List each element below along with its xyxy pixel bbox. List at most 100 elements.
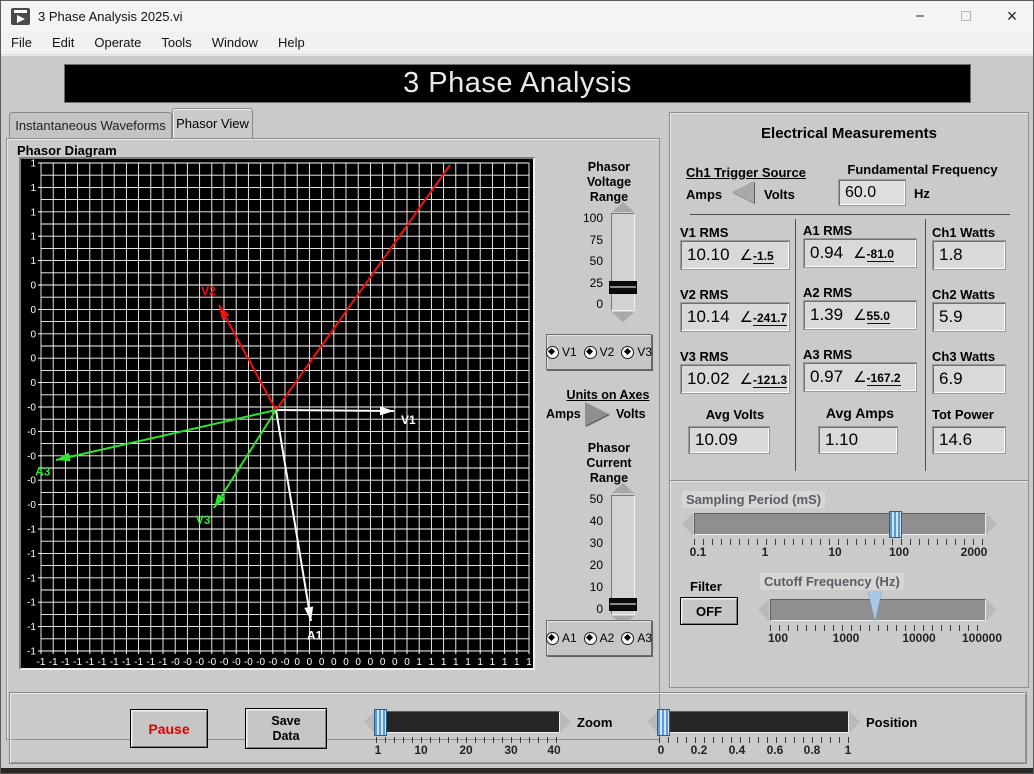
hz-unit-label: Hz — [914, 186, 930, 201]
sampling-tick: 2000 — [961, 545, 988, 559]
radio-v1[interactable]: V1 — [546, 345, 577, 359]
menu-file[interactable]: File — [1, 33, 42, 52]
v3-rms-label: V3 RMS — [680, 349, 728, 364]
pause-button[interactable]: Pause — [130, 709, 208, 748]
zoom-tick: 30 — [504, 743, 517, 757]
save-data-button[interactable]: SaveData — [245, 708, 327, 749]
units-amps-label: Amps — [546, 407, 581, 421]
tab-phasor-view[interactable]: Phasor View — [172, 108, 253, 138]
sampling-tick: 0.1 — [690, 545, 707, 559]
svg-text:0: 0 — [355, 657, 361, 668]
zoom-right-arrow[interactable] — [560, 711, 571, 733]
units-on-axes-switch[interactable] — [585, 402, 609, 426]
a2-rms-display: 1.39∠55.0 — [803, 300, 917, 330]
position-label: Position — [866, 715, 917, 730]
window-title: 3 Phase Analysis 2025.vi — [38, 9, 183, 24]
a2-rms-label: A2 RMS — [803, 285, 852, 300]
maximize-button[interactable] — [943, 1, 989, 31]
menu-help[interactable]: Help — [268, 33, 315, 52]
menu-window[interactable]: Window — [202, 33, 268, 52]
svg-text:0: 0 — [404, 657, 410, 668]
svg-text:-0: -0 — [268, 657, 277, 668]
avg-amps-display: 1.10 — [818, 426, 898, 454]
sampling-tick: 100 — [889, 545, 909, 559]
v2-rms-display: 10.14∠-241.7 — [680, 302, 790, 332]
svg-text:0: 0 — [392, 657, 398, 668]
cutoff-slider-pointer[interactable] — [868, 591, 882, 621]
svg-text:-0: -0 — [183, 657, 192, 668]
cutoff-frequency-label: Cutoff Frequency (Hz) — [760, 573, 904, 590]
cutoff-tick: 100 — [768, 631, 788, 645]
current-range-slider[interactable] — [611, 495, 635, 615]
close-button[interactable]: × — [989, 1, 1034, 31]
svg-text:V2: V2 — [201, 284, 216, 298]
avg-volts-label: Avg Volts — [680, 407, 790, 422]
menu-edit[interactable]: Edit — [42, 33, 84, 52]
radio-a1[interactable]: A1 — [546, 631, 577, 645]
sampling-slider[interactable] — [694, 513, 986, 535]
phasor-plot-svg: -1-1-1-1-1-1-1-1-1-1-1-0-0-0-0-0-0-0-0-0… — [21, 159, 533, 668]
electrical-measurements-panel: Electrical Measurements Ch1 Trigger Sour… — [669, 112, 1029, 482]
zoom-tick: 1 — [375, 743, 382, 757]
svg-text:-1: -1 — [98, 657, 107, 668]
svg-text:-1: -1 — [49, 657, 58, 668]
v2-rms-label: V2 RMS — [680, 287, 728, 302]
svg-text:-0: -0 — [27, 500, 36, 511]
radio-v2[interactable]: V2 — [584, 345, 615, 359]
radio-a2[interactable]: A2 — [584, 631, 615, 645]
radio-a1-icon — [546, 632, 559, 645]
position-right-arrow[interactable] — [849, 711, 860, 733]
trigger-amps-label: Amps — [686, 187, 722, 202]
sampling-left-arrow[interactable] — [682, 513, 693, 535]
a3-rms-label: A3 RMS — [803, 347, 852, 362]
position-slider-handle[interactable] — [657, 709, 670, 736]
svg-text:1: 1 — [416, 657, 422, 668]
filter-off-button[interactable]: OFF — [680, 597, 738, 625]
cutoff-tick: 10000 — [902, 631, 935, 645]
zoom-slider-handle[interactable] — [374, 709, 387, 736]
menu-tools[interactable]: Tools — [151, 33, 201, 52]
voltage-range-increment-arrow[interactable] — [612, 202, 634, 212]
position-slider[interactable] — [659, 711, 849, 733]
app-window: 3 Phase Analysis 2025.vi − × File Edit O… — [0, 0, 1034, 774]
svg-text:-1: -1 — [61, 657, 70, 668]
svg-text:-1: -1 — [122, 657, 131, 668]
svg-text:1: 1 — [30, 256, 36, 267]
svg-text:-1: -1 — [134, 657, 143, 668]
svg-text:-0: -0 — [27, 427, 36, 438]
fundamental-frequency-field[interactable]: 60.0 — [838, 179, 906, 206]
svg-text:-1: -1 — [85, 657, 94, 668]
trigger-source-switch[interactable] — [732, 181, 754, 203]
cutoff-right-arrow[interactable] — [986, 599, 997, 621]
trigger-volts-label: Volts — [764, 187, 795, 202]
svg-text:1: 1 — [30, 159, 36, 170]
minimize-button[interactable]: − — [897, 1, 943, 31]
sampling-right-arrow[interactable] — [986, 513, 997, 535]
position-tick: 0.4 — [729, 743, 746, 757]
svg-text:-1: -1 — [27, 549, 36, 560]
cutoff-left-arrow[interactable] — [758, 599, 769, 621]
zoom-slider[interactable] — [376, 711, 560, 733]
sampling-slider-handle[interactable] — [889, 511, 902, 538]
menu-operate[interactable]: Operate — [84, 33, 151, 52]
svg-text:A1: A1 — [307, 628, 323, 642]
svg-text:0: 0 — [319, 657, 325, 668]
current-range-slider-handle[interactable] — [609, 598, 637, 611]
radio-a3-icon — [621, 632, 634, 645]
voltage-range-slider-handle[interactable] — [609, 281, 637, 294]
svg-text:0: 0 — [30, 354, 36, 365]
filter-label: Filter — [690, 579, 722, 594]
tab-instantaneous-waveforms[interactable]: Instantaneous Waveforms — [9, 112, 172, 138]
svg-text:1: 1 — [30, 232, 36, 243]
radio-a3[interactable]: A3 — [621, 631, 652, 645]
radio-v3[interactable]: V3 — [621, 345, 652, 359]
svg-text:-0: -0 — [220, 657, 229, 668]
current-range-increment-arrow[interactable] — [612, 483, 634, 493]
voltage-range-slider[interactable] — [611, 213, 635, 311]
banner: 3 Phase Analysis — [64, 64, 971, 103]
ch3-watts-label: Ch3 Watts — [932, 349, 995, 364]
sampling-tick: 1 — [762, 545, 769, 559]
svg-text:-1: -1 — [146, 657, 155, 668]
voltage-range-decrement-arrow[interactable] — [612, 312, 634, 322]
footer-bar: Pause SaveData Zoom 1 10 20 30 40 Positi… — [9, 692, 1027, 764]
